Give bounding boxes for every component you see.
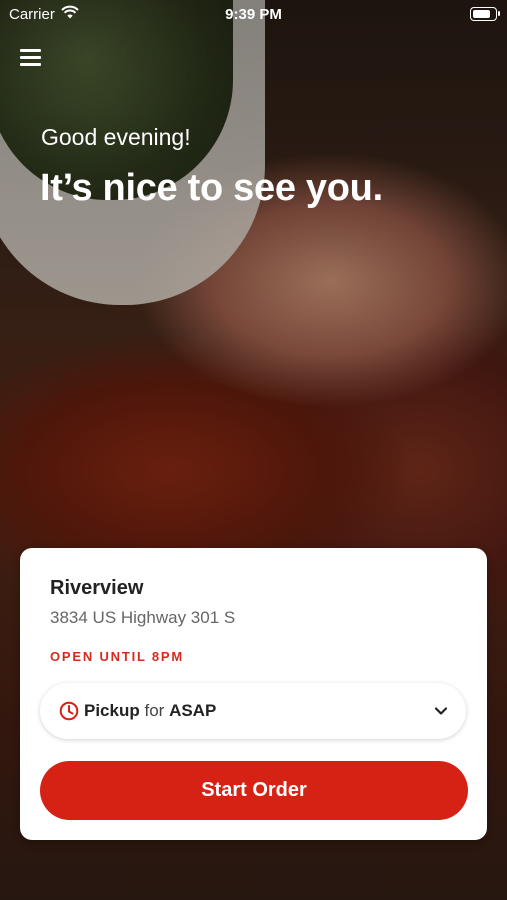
location-card: Riverview 3834 US Highway 301 S OPEN UNT…	[20, 548, 487, 840]
order-type: Pickup	[84, 701, 140, 720]
home-screen: Carrier 9:39 PM Good evening! It’s nice …	[0, 0, 507, 900]
location-name: Riverview	[50, 577, 144, 599]
welcome-headline: It’s nice to see you.	[40, 167, 383, 209]
location-address: 3834 US Highway 301 S	[50, 608, 236, 627]
chevron-down-icon	[434, 707, 448, 715]
hamburger-menu-icon[interactable]	[20, 49, 41, 66]
order-mode-selector[interactable]: Pickup for ASAP	[40, 683, 466, 739]
hours-status: OPEN UNTIL 8PM	[50, 649, 185, 664]
battery-icon	[470, 7, 500, 21]
clock-icon	[59, 701, 79, 721]
order-connector: for	[144, 701, 165, 720]
order-mode-label: Pickup for ASAP	[84, 701, 216, 721]
start-order-button[interactable]: Start Order	[40, 761, 468, 820]
status-bar: Carrier 9:39 PM	[0, 0, 507, 28]
clock-time: 9:39 PM	[225, 6, 282, 23]
greeting-text: Good evening!	[41, 124, 191, 150]
order-timing: ASAP	[169, 701, 217, 720]
